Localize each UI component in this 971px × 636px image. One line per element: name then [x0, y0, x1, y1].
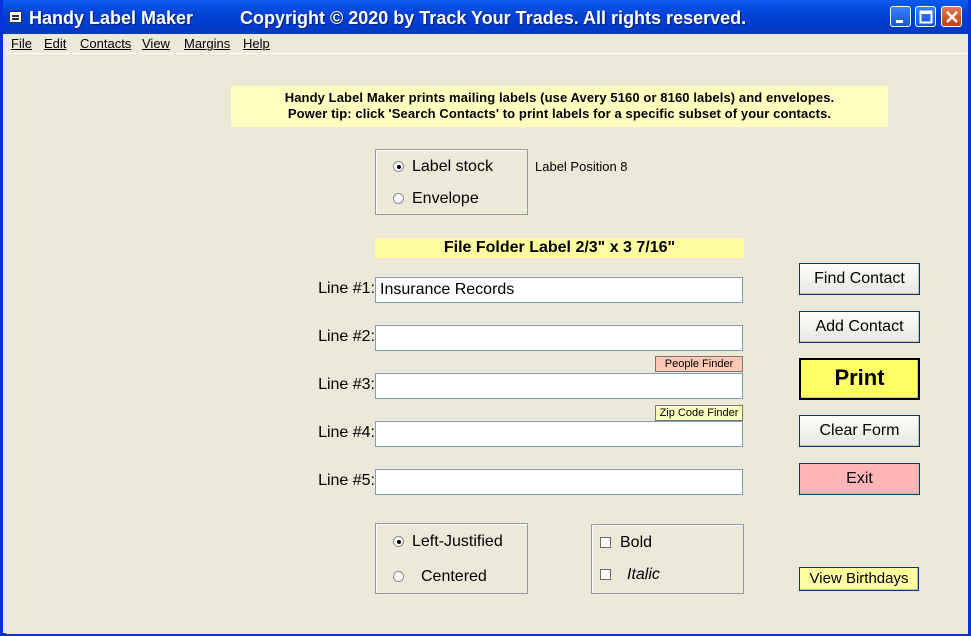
tip-box: Handy Label Maker prints mailing labels …	[231, 86, 888, 127]
line-2-label: Line #2:	[318, 328, 375, 345]
window-title: Handy Label Maker	[29, 8, 194, 28]
minimize-icon	[896, 20, 903, 23]
line-5-input[interactable]	[375, 469, 743, 495]
label-stock-radio[interactable]	[393, 161, 404, 172]
menu-edit[interactable]: Edit	[44, 36, 66, 51]
stock-group: Label stock Envelope	[375, 149, 528, 215]
menu-view[interactable]: View	[142, 36, 170, 51]
close-button[interactable]	[941, 6, 962, 27]
bold-label[interactable]: Bold	[620, 534, 652, 552]
add-contact-button[interactable]: Add Contact	[799, 311, 920, 343]
italic-checkbox[interactable]	[600, 569, 611, 580]
people-finder-button[interactable]: People Finder	[655, 356, 743, 372]
justify-group: Left-Justified Centered	[375, 523, 528, 594]
minimize-button[interactable]	[890, 6, 911, 27]
title-bar[interactable]: Handy Label Maker Copyright © 2020 by Tr…	[3, 0, 968, 34]
clear-form-button[interactable]: Clear Form	[799, 415, 920, 447]
menu-file[interactable]: File	[11, 36, 32, 51]
label-type-banner: File Folder Label 2/3" x 3 7/16"	[375, 238, 744, 258]
print-button[interactable]: Print	[799, 358, 920, 400]
exit-button[interactable]: Exit	[799, 463, 920, 495]
label-position: Label Position 8	[535, 159, 628, 174]
style-group: Bold Italic	[591, 524, 744, 594]
line-3-input[interactable]	[375, 373, 743, 399]
envelope-radio[interactable]	[393, 193, 404, 204]
label-stock-label[interactable]: Label stock	[412, 158, 493, 176]
app-icon[interactable]	[9, 11, 22, 23]
tip-line-2: Power tip: click 'Search Contacts' to pr…	[287, 106, 832, 121]
centered-label[interactable]: Centered	[421, 568, 487, 586]
italic-label[interactable]: Italic	[627, 566, 660, 584]
maximize-icon	[919, 10, 933, 24]
close-icon	[946, 11, 958, 23]
line-5-label: Line #5:	[318, 472, 375, 489]
centered-radio[interactable]	[393, 571, 404, 582]
line-1-input[interactable]	[375, 277, 743, 303]
line-3-label: Line #3:	[318, 376, 375, 393]
menu-contacts[interactable]: Contacts	[80, 36, 131, 51]
tip-line-1: Handy Label Maker prints mailing labels …	[284, 90, 835, 105]
menu-help[interactable]: Help	[243, 36, 270, 51]
line-2-input[interactable]	[375, 325, 743, 351]
left-justified-label[interactable]: Left-Justified	[412, 533, 503, 551]
window-copyright: Copyright © 2020 by Track Your Trades. A…	[240, 8, 747, 28]
maximize-button[interactable]	[915, 6, 936, 27]
menu-bar: File Edit Contacts View Margins Help	[3, 34, 968, 53]
line-4-input[interactable]	[375, 421, 743, 447]
menu-margins[interactable]: Margins	[184, 36, 230, 51]
line-4-label: Line #4:	[318, 424, 375, 441]
left-justified-radio[interactable]	[393, 536, 404, 547]
zip-code-finder-button[interactable]: Zip Code Finder	[655, 405, 743, 421]
find-contact-button[interactable]: Find Contact	[799, 263, 920, 295]
envelope-label[interactable]: Envelope	[412, 190, 479, 208]
line-1-label: Line #1:	[318, 280, 375, 297]
bold-checkbox[interactable]	[600, 537, 611, 548]
view-birthdays-button[interactable]: View Birthdays	[799, 567, 919, 591]
app-window: Handy Label Maker Copyright © 2020 by Tr…	[0, 0, 971, 636]
